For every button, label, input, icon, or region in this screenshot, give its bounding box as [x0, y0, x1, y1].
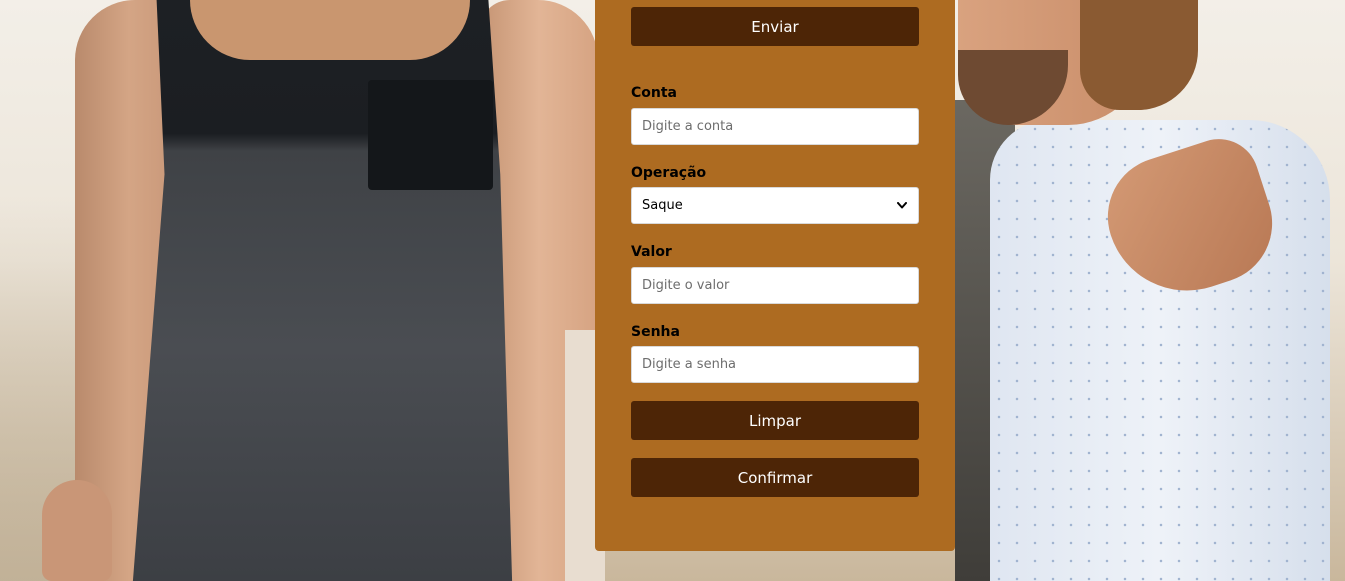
amount-label: Valor [631, 244, 672, 260]
confirm-button[interactable]: Confirmar [631, 458, 919, 497]
chevron-down-icon [896, 200, 908, 212]
account-label: Conta [631, 85, 677, 101]
password-label: Senha [631, 324, 680, 340]
password-input[interactable] [631, 346, 919, 383]
transaction-form-panel: Enviar Conta Operação Saque Valor Senha … [595, 0, 955, 551]
operation-selected-value: Saque [642, 198, 683, 213]
amount-input[interactable] [631, 267, 919, 304]
operation-select[interactable]: Saque [631, 187, 919, 224]
operation-label: Operação [631, 165, 707, 181]
send-button[interactable]: Enviar [631, 7, 919, 46]
clear-button[interactable]: Limpar [631, 401, 919, 440]
account-input[interactable] [631, 108, 919, 145]
